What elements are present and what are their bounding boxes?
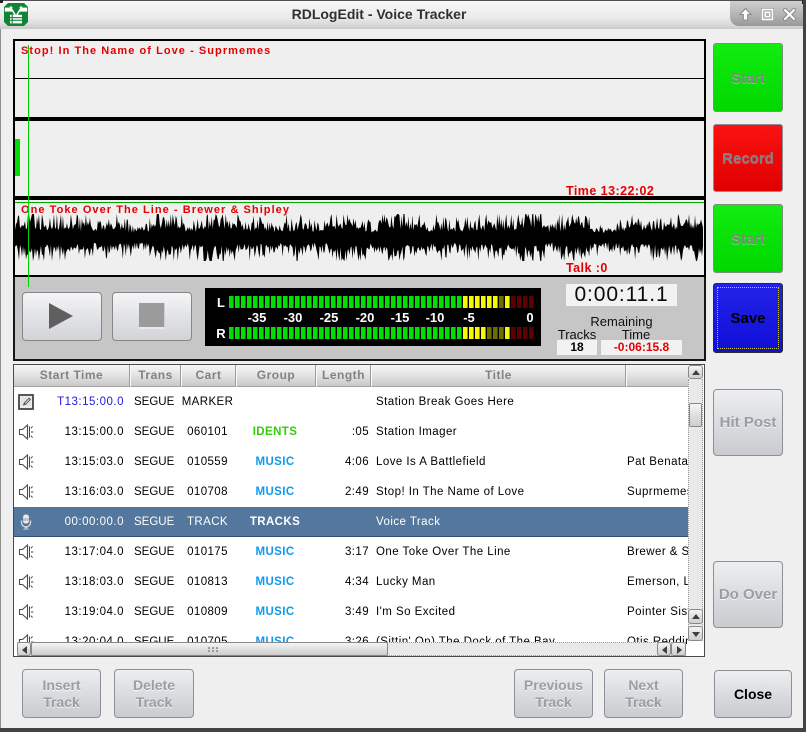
- svg-text:-30: -30: [284, 310, 303, 325]
- svg-text:-15: -15: [391, 310, 410, 325]
- svg-text:-25: -25: [320, 310, 339, 325]
- svg-text:-10: -10: [426, 310, 445, 325]
- svg-text:-20: -20: [356, 310, 375, 325]
- svg-text:L: L: [217, 295, 225, 310]
- svg-text:R: R: [216, 326, 226, 341]
- svg-text:-35: -35: [248, 310, 267, 325]
- svg-text:-5: -5: [463, 310, 475, 325]
- svg-text:0: 0: [526, 310, 533, 325]
